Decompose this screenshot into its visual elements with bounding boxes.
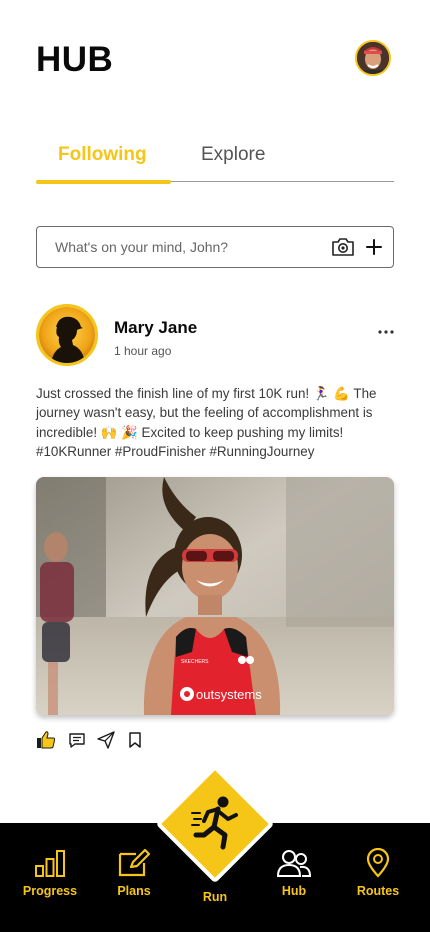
header: HUB (0, 0, 430, 110)
shirt-logo-text: outsystems (196, 687, 262, 702)
nav-plans[interactable]: Plans (94, 848, 174, 898)
nav-plans-label: Plans (117, 884, 151, 898)
post-composer (36, 226, 394, 268)
shirt-badge-text: SKECHERS (181, 659, 209, 665)
nav-routes-label: Routes (356, 884, 400, 898)
thumbs-up-icon[interactable] (36, 730, 56, 750)
user-avatar[interactable] (355, 40, 391, 76)
plus-icon[interactable] (363, 236, 385, 258)
nav-progress[interactable]: Progress (10, 848, 90, 898)
nav-run[interactable]: Run (175, 884, 255, 904)
nav-hub[interactable]: Hub (254, 848, 334, 898)
runner-photo: outsystems SKECHERS (36, 477, 394, 715)
author-silhouette-image (39, 307, 95, 363)
nav-hub-label: Hub (281, 884, 307, 898)
post-author-name[interactable]: Mary Jane (114, 318, 197, 338)
users-icon (276, 850, 312, 877)
post-timestamp: 1 hour ago (114, 344, 172, 358)
tab-following[interactable]: Following (58, 144, 147, 166)
camera-icon[interactable] (331, 236, 355, 258)
nav-progress-label: Progress (22, 884, 78, 898)
post-author-avatar[interactable] (36, 304, 98, 366)
nav-run-label: Run (202, 890, 228, 904)
post-body-text: Just crossed the finish line of my first… (36, 386, 377, 460)
location-pin-icon (366, 848, 390, 878)
composer-input[interactable] (37, 227, 317, 267)
nav-routes[interactable]: Routes (338, 848, 418, 898)
post-actions (36, 730, 156, 750)
edit-icon (118, 848, 151, 877)
bar-chart-icon (35, 850, 65, 877)
page-title: HUB (36, 40, 114, 79)
share-icon[interactable] (96, 730, 116, 750)
bookmark-icon[interactable] (125, 730, 145, 750)
active-tab-indicator (36, 180, 171, 184)
avatar-image (357, 42, 389, 74)
tab-explore[interactable]: Explore (201, 144, 265, 166)
post-photo[interactable]: outsystems SKECHERS (36, 477, 394, 715)
comment-icon[interactable] (67, 730, 87, 750)
feed-tabs: Following Explore (36, 138, 394, 184)
more-options-icon[interactable] (376, 322, 396, 342)
